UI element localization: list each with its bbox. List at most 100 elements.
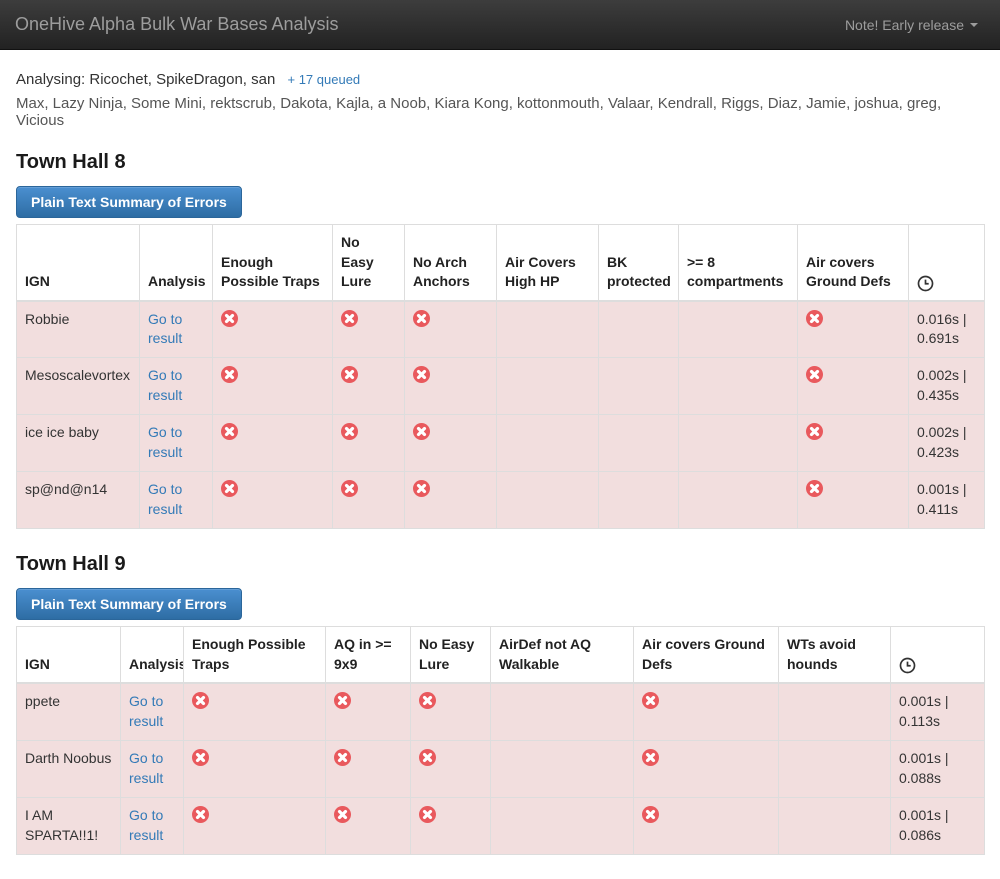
error-icon: [806, 310, 823, 327]
error-icon: [642, 692, 659, 709]
error-cell: [798, 301, 909, 358]
column-header: No Easy Lure: [411, 627, 491, 684]
error-cell: [333, 415, 405, 472]
error-cell: [405, 472, 497, 529]
table-row: I AM SPARTA!!1!Go to result 0.001s | 0.08…: [17, 797, 985, 854]
error-icon: [334, 806, 351, 823]
error-icon: [221, 480, 238, 497]
error-icon: [192, 692, 209, 709]
analysis-table: IGNAnalysisEnough Possible TrapsAQ in >=…: [16, 626, 985, 855]
error-icon: [806, 366, 823, 383]
empty-cell: [779, 740, 891, 797]
ign-cell: I AM SPARTA!!1!: [17, 797, 121, 854]
empty-cell: [491, 797, 634, 854]
error-icon: [642, 749, 659, 766]
ign-cell: Robbie: [17, 301, 140, 358]
analysis-cell: Go to result: [121, 740, 184, 797]
column-header: IGN: [17, 627, 121, 684]
navbar-dropdown-label: Note! Early release: [845, 17, 964, 33]
empty-cell: [497, 415, 599, 472]
empty-cell: [599, 358, 679, 415]
go-to-result-link[interactable]: Go to result: [129, 693, 163, 729]
main-content: Analysing: Ricochet, SpikeDragon, san + …: [0, 71, 1000, 855]
empty-cell: [497, 301, 599, 358]
caret-down-icon: [970, 23, 978, 27]
table-row: Darth NoobusGo to result 0.001s | 0.088s: [17, 740, 985, 797]
error-cell: [326, 740, 411, 797]
table-row: RobbieGo to result0.016s | 0.691s: [17, 301, 985, 358]
time-cell: 0.001s | 0.086s: [891, 797, 985, 854]
empty-cell: [599, 415, 679, 472]
navbar-dropdown[interactable]: Note! Early release: [845, 17, 978, 33]
error-icon: [221, 423, 238, 440]
ign-cell: Darth Noobus: [17, 740, 121, 797]
empty-cell: [779, 683, 891, 740]
analysis-cell: Go to result: [140, 415, 213, 472]
sections-container: Town Hall 8 Plain Text Summary of Errors I…: [16, 151, 984, 855]
plain-text-summary-button[interactable]: Plain Text Summary of Errors: [16, 588, 242, 620]
go-to-result-link[interactable]: Go to result: [129, 807, 163, 843]
column-header: Air covers Ground Defs: [634, 627, 779, 684]
column-header: AirDef not AQ Walkable: [491, 627, 634, 684]
go-to-result-link[interactable]: Go to result: [129, 750, 163, 786]
go-to-result-link[interactable]: Go to result: [148, 367, 182, 403]
error-icon: [413, 480, 430, 497]
column-header: AQ in >= 9x9: [326, 627, 411, 684]
empty-cell: [497, 358, 599, 415]
time-cell: 0.001s | 0.088s: [891, 740, 985, 797]
error-icon: [341, 366, 358, 383]
plain-text-summary-button[interactable]: Plain Text Summary of Errors: [16, 186, 242, 218]
header-row: IGNAnalysisEnough Possible TrapsAQ in >=…: [17, 627, 985, 684]
queued-link[interactable]: + 17 queued: [288, 72, 361, 87]
error-icon: [341, 480, 358, 497]
town-hall-section: Town Hall 8 Plain Text Summary of Errors I…: [16, 151, 984, 529]
clock-icon: [899, 657, 916, 674]
error-cell: [326, 797, 411, 854]
empty-cell: [491, 683, 634, 740]
go-to-result-link[interactable]: Go to result: [148, 311, 182, 347]
column-header: Enough Possible Traps: [184, 627, 326, 684]
error-icon: [192, 806, 209, 823]
error-icon: [334, 749, 351, 766]
column-header: No Easy Lure: [333, 225, 405, 301]
error-cell: [411, 683, 491, 740]
empty-cell: [779, 797, 891, 854]
table-row: MesoscalevortexGo to result0.002s | 0.43…: [17, 358, 985, 415]
error-icon: [419, 692, 436, 709]
error-icon: [341, 423, 358, 440]
error-icon: [192, 749, 209, 766]
column-header: Enough Possible Traps: [213, 225, 333, 301]
time-cell: 0.002s | 0.423s: [909, 415, 985, 472]
error-icon: [221, 366, 238, 383]
time-cell: 0.001s | 0.411s: [909, 472, 985, 529]
error-icon: [419, 749, 436, 766]
column-header: BK protected: [599, 225, 679, 301]
error-icon: [334, 692, 351, 709]
analysis-cell: Go to result: [140, 301, 213, 358]
go-to-result-link[interactable]: Go to result: [148, 424, 182, 460]
error-cell: [405, 415, 497, 472]
section-title: Town Hall 8: [16, 151, 984, 174]
navbar: OneHive Alpha Bulk War Bases Analysis No…: [0, 0, 1000, 50]
error-cell: [411, 740, 491, 797]
navbar-brand[interactable]: OneHive Alpha Bulk War Bases Analysis: [15, 14, 338, 35]
error-icon: [806, 480, 823, 497]
error-cell: [405, 358, 497, 415]
town-hall-section: Town Hall 9Plain Text Summary of ErrorsI…: [16, 553, 984, 855]
error-cell: [634, 740, 779, 797]
time-cell: 0.002s | 0.435s: [909, 358, 985, 415]
error-icon: [221, 310, 238, 327]
analysis-cell: Go to result: [121, 683, 184, 740]
error-cell: [634, 797, 779, 854]
analysis-cell: Go to result: [140, 472, 213, 529]
header-row: IGNAnalysisEnough Possible TrapsNo Easy …: [17, 225, 985, 301]
column-header: IGN: [17, 225, 140, 301]
column-header: WTs avoid hounds: [779, 627, 891, 684]
error-cell: [411, 797, 491, 854]
go-to-result-link[interactable]: Go to result: [148, 481, 182, 517]
column-header: >= 8 compartments: [679, 225, 798, 301]
column-header: Air covers Ground Defs: [798, 225, 909, 301]
error-cell: [213, 301, 333, 358]
time-column-header: [909, 225, 985, 301]
column-header: Analysis: [121, 627, 184, 684]
